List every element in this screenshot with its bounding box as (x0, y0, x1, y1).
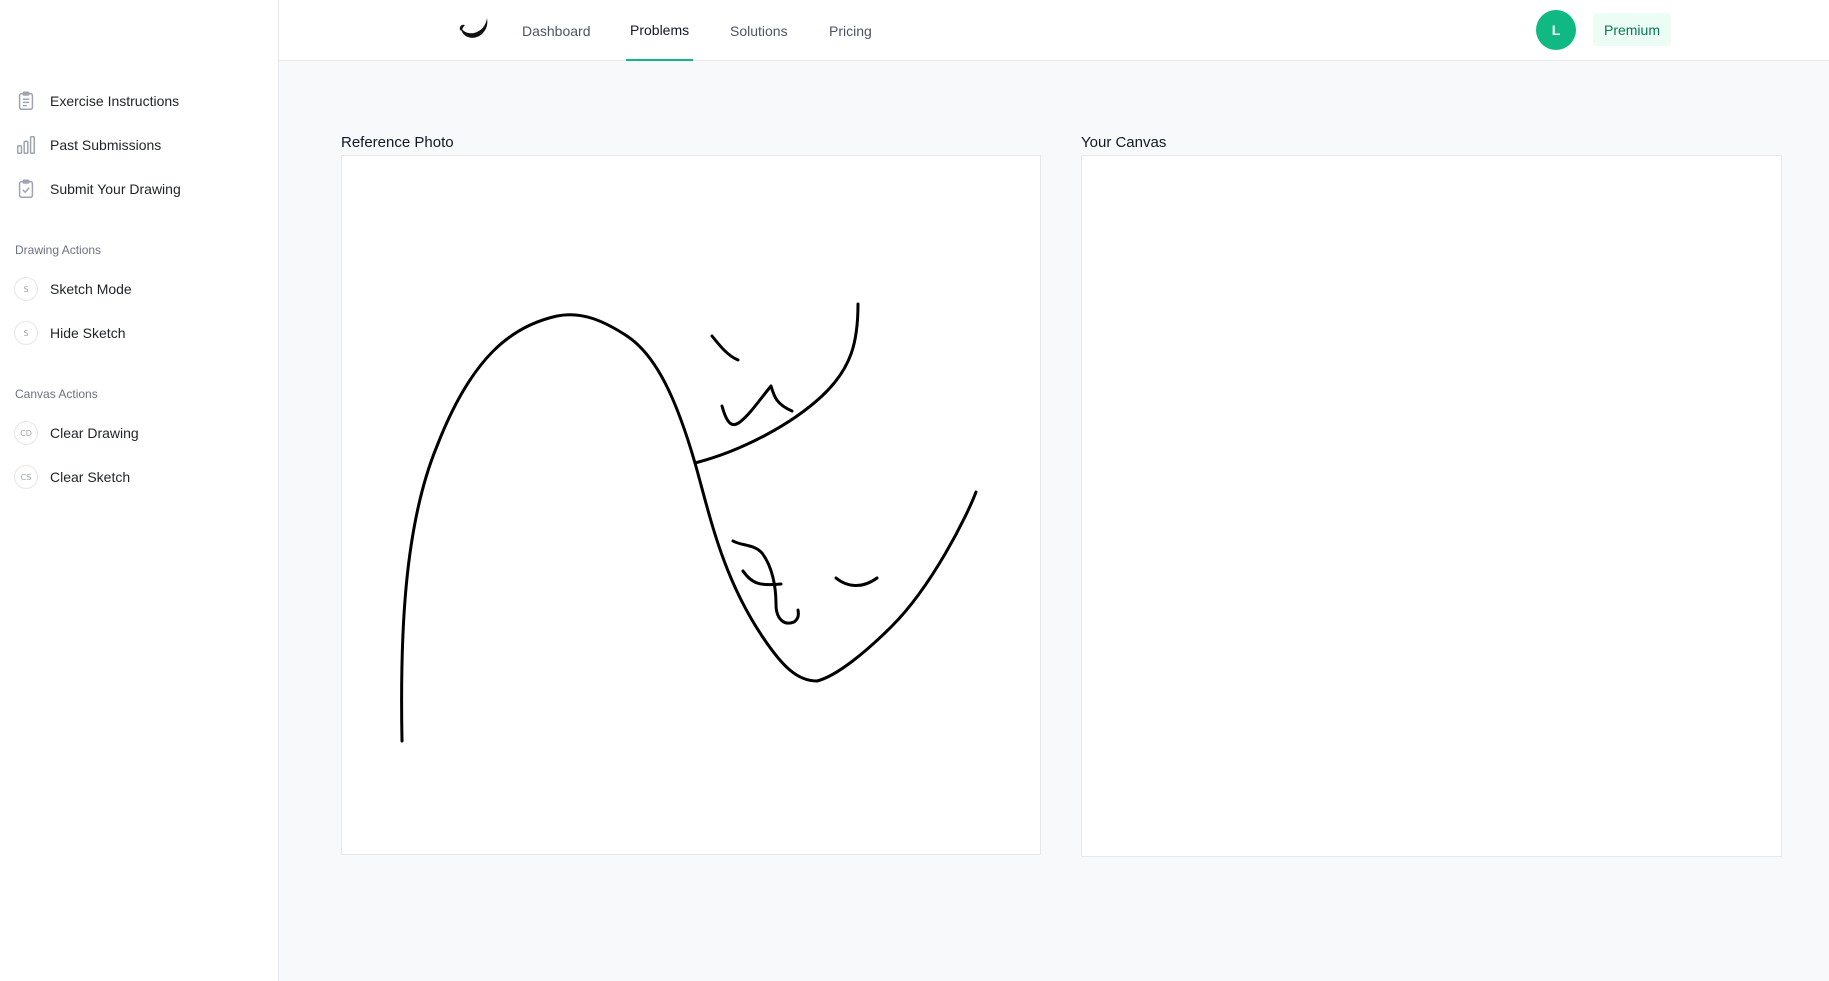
section-title-drawing-actions: Drawing Actions (15, 243, 102, 257)
premium-badge[interactable]: Premium (1593, 13, 1671, 46)
sidebar-item-label: Submit Your Drawing (50, 181, 181, 197)
sidebar-item-label: Sketch Mode (50, 281, 132, 297)
sidebar-item-label: Hide Sketch (50, 325, 126, 341)
drawing-canvas[interactable] (1081, 155, 1782, 857)
stroke-lower-curve (693, 461, 978, 683)
clipboard-check-icon (14, 177, 38, 201)
sidebar: Exercise Instructions Past Submissions S… (0, 0, 279, 981)
nav-link-pricing[interactable]: Pricing (829, 0, 872, 61)
sidebar-item-submit-drawing[interactable]: Submit Your Drawing (14, 173, 264, 205)
sketch-mode-button[interactable]: S Sketch Mode (14, 273, 264, 305)
bar-chart-icon (14, 133, 38, 157)
reference-photo-title: Reference Photo (341, 134, 454, 151)
reference-line-drawing (400, 302, 978, 743)
app-root: Exercise Instructions Past Submissions S… (0, 0, 1829, 981)
stroke-left-arc (400, 313, 697, 743)
sidebar-item-label: Clear Sketch (50, 469, 131, 485)
sidebar-item-label: Clear Drawing (50, 425, 139, 441)
sidebar-item-label: Exercise Instructions (50, 93, 180, 109)
top-nav: Dashboard Problems Solutions Pricing L P… (279, 0, 1829, 61)
nav-link-problems[interactable]: Problems (626, 0, 694, 61)
stroke-upper-arc (693, 302, 860, 465)
sidebar-item-exercise-instructions[interactable]: Exercise Instructions (14, 85, 264, 117)
clear-sketch-button[interactable]: CS Clear Sketch (14, 461, 264, 493)
shortcut-key-badge: S (14, 277, 38, 301)
shortcut-key-badge: S (14, 321, 38, 345)
user-avatar[interactable]: L (1536, 10, 1576, 50)
stroke-eye (834, 576, 879, 587)
shortcut-key-badge: CS (14, 465, 38, 489)
stroke-zigzag (720, 384, 794, 427)
hide-sketch-button[interactable]: S Hide Sketch (14, 317, 264, 349)
sidebar-item-past-submissions[interactable]: Past Submissions (14, 129, 264, 161)
nav-link-solutions[interactable]: Solutions (730, 0, 788, 61)
section-title-canvas-actions: Canvas Actions (15, 387, 98, 401)
clear-drawing-button[interactable]: CD Clear Drawing (14, 417, 264, 449)
reference-photo-panel (341, 155, 1041, 855)
your-canvas-title: Your Canvas (1081, 134, 1167, 151)
brand-logo-icon[interactable] (456, 14, 492, 44)
clipboard-icon (14, 89, 38, 113)
sidebar-item-label: Past Submissions (50, 137, 162, 153)
nav-link-dashboard[interactable]: Dashboard (522, 0, 591, 61)
shortcut-key-badge: CD (14, 421, 38, 445)
stroke-small-top (710, 334, 740, 362)
stroke-face-detail (731, 539, 800, 625)
